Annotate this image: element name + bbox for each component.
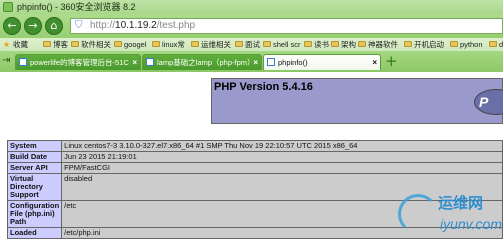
tab-51cto-blog[interactable]: powerlife的博客管理后台-51C ×	[15, 54, 141, 70]
bookmark-folder[interactable]: 运维相关	[190, 38, 231, 51]
row-value: Jun 23 2015 21:19:01	[61, 151, 503, 163]
address-url[interactable]: http://10.1.19.2/test.php	[90, 19, 195, 33]
home-button[interactable]: ⌂	[45, 17, 63, 35]
row-value: Linux centos7-3 3.10.0-327.el7.x86_64 #1…	[61, 140, 503, 152]
php-logo-text: P	[479, 94, 489, 110]
back-arrow-icon: ←	[7, 19, 17, 32]
navigation-bar: ← → ⌂ ⛉ http://10.1.19.2/test.php	[0, 14, 503, 38]
row-key: Virtual Directory Support	[6, 173, 63, 201]
tab-label: lamp基础之lamp（php-fpm）	[157, 58, 255, 67]
page-favicon-icon	[267, 58, 275, 66]
row-key: Loaded	[6, 227, 63, 239]
watermark-swirl-icon	[398, 194, 438, 234]
php-version-header: PHP Version 5.4.16 P	[211, 78, 503, 124]
bookmark-folder[interactable]: 读书	[303, 38, 329, 51]
table-row: Build Date Jun 23 2015 21:19:01	[6, 151, 503, 163]
bookmark-folder[interactable]: 博客	[42, 38, 68, 51]
tab-close-icon[interactable]: ×	[132, 55, 137, 70]
row-key: System	[6, 140, 63, 152]
bookmark-favorites[interactable]: 收藏	[2, 38, 28, 51]
bookmark-folder[interactable]: linux常	[151, 38, 185, 51]
row-key: Build Date	[6, 151, 63, 163]
bookmark-folder[interactable]: de	[488, 38, 503, 51]
watermark-en-text: iyunv.com	[440, 216, 502, 232]
tab-label: phpinfo()	[278, 58, 308, 67]
row-key: Configuration File (php.ini) Path	[6, 200, 63, 228]
page-favicon-icon	[19, 58, 27, 66]
php-logo-icon: P	[474, 89, 503, 115]
bookmark-folder[interactable]: shell scr	[262, 38, 301, 51]
bookmark-folder[interactable]: 软件相关	[70, 38, 111, 51]
bookmark-folder[interactable]: 开机启动	[403, 38, 444, 51]
forward-button[interactable]: →	[24, 17, 42, 35]
url-prefix: http://	[90, 20, 116, 31]
back-button[interactable]: ←	[3, 17, 21, 35]
tab-list-icon[interactable]: ⇥	[2, 55, 10, 66]
tab-lamp-php-fpm[interactable]: lamp基础之lamp（php-fpm） ×	[142, 54, 262, 70]
row-value: FPM/FastCGI	[61, 162, 503, 174]
bookmark-folder[interactable]: 神器软件	[357, 38, 398, 51]
new-tab-plus-icon[interactable]: +	[385, 52, 398, 70]
php-version-title: PHP Version 5.4.16	[214, 81, 313, 93]
table-row: System Linux centos7-3 3.10.0-327.el7.x8…	[6, 140, 503, 152]
forward-arrow-icon: →	[28, 19, 38, 32]
row-key: Server API	[6, 162, 63, 174]
url-host: 10.1.19.2	[115, 20, 157, 31]
tab-phpinfo[interactable]: phpinfo() ×	[263, 54, 381, 70]
tab-close-icon[interactable]: ×	[253, 55, 258, 70]
table-row: Server API FPM/FastCGI	[6, 162, 503, 174]
window-title: phpinfo() - 360安全浏览器 8.2	[17, 2, 136, 12]
watermark-cn-text: 运维网	[438, 194, 484, 212]
tab-close-icon[interactable]: ×	[372, 55, 377, 70]
bookmark-folder[interactable]: python	[449, 38, 483, 51]
security-shield-icon: ⛉	[75, 20, 83, 31]
site-watermark: 运维网 iyunv.com	[398, 190, 503, 242]
bookmarks-bar: 收藏 博客 软件相关 googel linux常 运维相关 面试 shell s…	[0, 38, 503, 51]
bookmark-folder[interactable]: 面试	[234, 38, 260, 51]
tab-bar: ⇥ powerlife的博客管理后台-51C × lamp基础之lamp（php…	[0, 51, 503, 72]
url-path: /test.php	[156, 20, 196, 31]
browser-app-icon	[3, 2, 13, 12]
address-bar[interactable]: ⛉ http://10.1.19.2/test.php	[70, 18, 503, 34]
bookmark-folder[interactable]: googel	[113, 38, 147, 51]
tab-label: powerlife的博客管理后台-51C	[30, 58, 129, 67]
bookmark-folder[interactable]: 架构	[330, 38, 356, 51]
home-icon: ⌂	[50, 19, 58, 32]
page-favicon-icon	[146, 58, 154, 66]
window-title-bar: phpinfo() - 360安全浏览器 8.2	[0, 0, 503, 14]
